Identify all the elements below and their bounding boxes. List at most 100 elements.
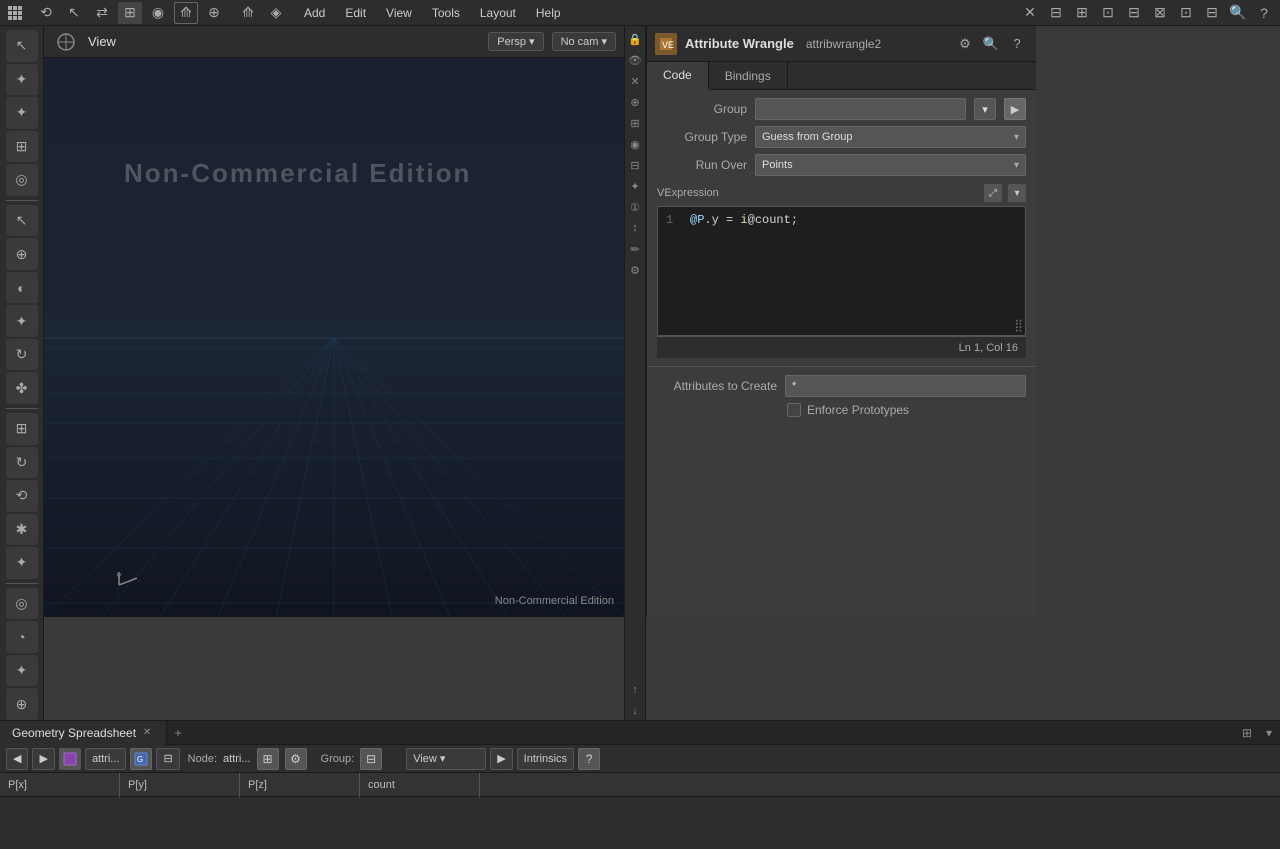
group-input[interactable] [755,98,966,120]
tool-10[interactable]: ↻ [6,339,38,371]
rstrip-settings[interactable]: ⚙ [626,261,644,279]
ss-play-btn[interactable]: ▶ [490,748,512,770]
tool-13[interactable]: ↻ [6,447,38,479]
ss-back-btn[interactable]: ◀ [6,748,28,770]
tool-11[interactable]: ✤ [6,372,38,404]
tool-14[interactable]: ⟲ [6,480,38,512]
vex-editor[interactable]: 1 @P.y = i@count; ⣿ [657,206,1026,336]
rstrip-plane[interactable]: ⊟ [626,156,644,174]
col-header-count[interactable]: count [360,773,480,797]
tool-2[interactable]: ✦ [6,64,38,96]
tab-close-btn[interactable]: ✕ [140,726,154,740]
rstrip-bottom-2[interactable]: ↓ [626,702,644,720]
menu-layout[interactable]: Layout [470,0,526,26]
toolbar-icon-3[interactable]: ⇄ [90,2,114,24]
top-right-icon-7[interactable]: ⊡ [1174,2,1198,24]
tool-6[interactable]: ↖ [6,205,38,237]
top-right-icon-2[interactable]: ⊟ [1044,2,1068,24]
toolbar-icon-5[interactable]: ◉ [146,2,170,24]
rstrip-xyz[interactable]: ✦ [626,177,644,195]
ss-intrinsics-btn[interactable]: Intrinsics [517,748,574,770]
runover-dropdown[interactable]: Points ▾ [755,154,1026,176]
col-header-pz[interactable]: P[z] [240,773,360,797]
rstrip-magnet[interactable]: ⊕ [626,93,644,111]
rstrip-num[interactable]: ① [626,198,644,216]
top-right-icon-3[interactable]: ⊞ [1070,2,1094,24]
top-right-icon-10[interactable]: ? [1252,2,1276,24]
ss-group-filter-btn[interactable]: ⊟ [360,748,382,770]
tab-geometry-spreadsheet[interactable]: Geometry Spreadsheet ✕ [0,721,167,745]
tool-4[interactable]: ⊞ [6,131,38,163]
ss-forward-btn[interactable]: ▶ [32,748,54,770]
tool-9[interactable]: ✦ [6,305,38,337]
rstrip-pencil[interactable]: ✏ [626,240,644,258]
menu-edit[interactable]: Edit [335,0,376,26]
vex-resize-handle[interactable]: ⣿ [1014,318,1023,333]
toolbar-icon-8[interactable]: ⟰ [236,2,260,24]
toolbar-icon-6[interactable]: ⟰ [174,2,198,24]
grouptype-dropdown[interactable]: Guess from Group ▾ [755,126,1026,148]
ss-view-dropdown[interactable]: View ▾ [406,748,486,770]
viewport-canvas[interactable]: Non-Commercial Edition Non-Commercial Ed… [44,58,624,617]
tool-16[interactable]: ✦ [6,547,38,579]
tool-8[interactable]: ◐ [6,272,38,304]
tool-7[interactable]: ⊕ [6,238,38,270]
tool-15[interactable]: ✱ [6,514,38,546]
menu-tools[interactable]: Tools [422,0,470,26]
rstrip-lock[interactable]: 🔒 [626,30,644,48]
tool-select[interactable]: ↖ [6,30,38,62]
top-right-icon-8[interactable]: ⊟ [1200,2,1224,24]
menu-view[interactable]: View [376,0,422,26]
tab-add-btn[interactable]: + [167,722,189,744]
menu-add[interactable]: Add [294,0,335,26]
camera-dropdown[interactable]: No cam ▾ [552,32,616,51]
top-right-icon-6[interactable]: ⊠ [1148,2,1172,24]
menu-help[interactable]: Help [526,0,571,26]
toolbar-icon-1[interactable]: ⟲ [34,2,58,24]
toolbar-icon-7[interactable]: ⊕ [202,2,226,24]
tab-bindings[interactable]: Bindings [709,62,788,90]
tool-3[interactable]: ✦ [6,97,38,129]
rstrip-cam[interactable]: ◉ [626,135,644,153]
top-right-icon-1[interactable]: ✕ [1018,2,1042,24]
col-header-px[interactable]: P[x] [0,773,120,797]
rstrip-snap[interactable]: ✕ [626,72,644,90]
tool-18[interactable]: ◔ [6,621,38,653]
toolbar-icon-4[interactable]: ⊞ [118,2,142,24]
rstrip-arr[interactable]: ↕ [626,219,644,237]
attrs-create-input[interactable] [785,375,1026,397]
panel-help-icon[interactable]: ? [1006,33,1028,55]
top-right-icon-5[interactable]: ⊟ [1122,2,1146,24]
tool-5[interactable]: ◎ [6,164,38,196]
tool-12[interactable]: ⊞ [6,413,38,445]
toolbar-icon-9[interactable]: ◈ [264,2,288,24]
ss-help-btn[interactable]: ? [578,748,600,770]
panel-search-icon[interactable]: 🔍 [980,33,1002,55]
tool-20[interactable]: ⊕ [6,688,38,720]
vex-settings-btn[interactable]: ▾ [1008,184,1026,202]
ss-object-icon[interactable] [59,748,81,770]
tool-17[interactable]: ◎ [6,588,38,620]
perspective-dropdown[interactable]: Persp ▾ [488,32,543,51]
group-dropdown-arrow[interactable]: ▾ [974,98,996,120]
panel-settings-icon[interactable]: ⚙ [954,33,976,55]
tab-options-btn[interactable]: ▾ [1258,722,1280,744]
top-right-icon-4[interactable]: ⊡ [1096,2,1120,24]
vex-expand-btn[interactable]: ⤢ [984,184,1002,202]
col-header-py[interactable]: P[y] [120,773,240,797]
rstrip-eye[interactable]: 👁 [626,51,644,69]
tab-maximize-btn[interactable]: ⊞ [1236,722,1258,744]
app-menu-icon[interactable] [0,0,30,26]
rstrip-bottom-1[interactable]: ↑ [626,681,644,699]
ss-node-icon[interactable]: G [130,748,152,770]
group-action-btn[interactable]: ▶ [1004,98,1026,120]
toolbar-icon-2[interactable]: ↖ [62,2,86,24]
ss-filter-btn[interactable]: ⊟ [156,748,179,770]
ss-node-settings-btn[interactable]: ⚙ [285,748,307,770]
enforce-checkbox[interactable] [787,403,801,417]
rstrip-grid[interactable]: ⊞ [626,114,644,132]
tab-code[interactable]: Code [647,62,709,90]
tool-19[interactable]: ✦ [6,655,38,687]
ss-node-pick-btn[interactable]: ⊞ [257,748,279,770]
top-right-icon-9[interactable]: 🔍 [1226,2,1250,24]
